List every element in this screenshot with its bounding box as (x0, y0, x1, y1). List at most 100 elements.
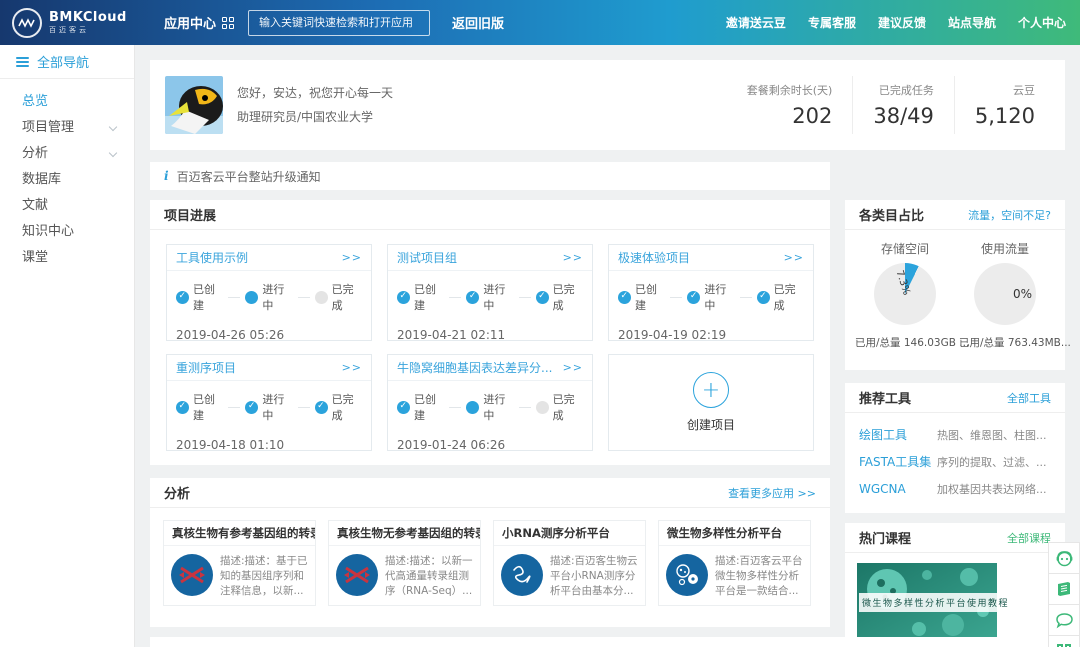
tool-link-wgcna[interactable]: WGCNA (859, 482, 937, 496)
hot-courses-section: 热门课程 全部课程 微生物多样性分析平台使用教程 (845, 523, 1065, 647)
qrcode-icon[interactable] (1048, 635, 1080, 647)
user-stats: 套餐剩余时长(天) 202 已完成任务 38/49 云豆 5,120 (727, 76, 1055, 134)
category-usage-section: 各类目占比 流量，空间不足? 存储空间 7.3% 使用流量 0% 已用/总量 1… (845, 200, 1065, 370)
step-done-icon (536, 291, 549, 304)
notice-bar: i 百迈客云平台整站升级通知 (150, 162, 830, 190)
all-navigation-button[interactable]: 全部导航 (0, 45, 134, 79)
recommended-tools-section: 推荐工具 全部工具 绘图工具 热图、维恩图、柱图... FASTA工具集 序列的… (845, 383, 1065, 513)
stat-completed-tasks: 已完成任务 38/49 (852, 76, 954, 134)
sidebar-item-database[interactable]: 数据库 (0, 167, 134, 193)
chevron-down-icon (109, 149, 117, 157)
project-date: 2019-04-19 02:19 (609, 328, 813, 342)
search-input[interactable] (248, 10, 430, 36)
project-title[interactable]: 测试项目组 (397, 249, 457, 266)
project-card: 重测序项目 >> 已创建 进行中 已完成 2019-04-18 01:10 (166, 354, 372, 451)
step-pending-icon (315, 291, 328, 304)
sidebar-item-literature[interactable]: 文献 (0, 193, 134, 219)
project-more-link[interactable]: >> (563, 251, 583, 264)
user-greeting: 您好，安达，祝您开心每一天 (237, 81, 393, 105)
info-icon: i (164, 169, 169, 183)
step-done-icon (397, 291, 410, 304)
step-done-icon (176, 401, 189, 414)
section-title-courses: 热门课程 (859, 528, 911, 547)
project-more-link[interactable]: >> (784, 251, 804, 264)
traffic-pie-box: 使用流量 0% (955, 236, 1055, 325)
project-steps: 已创建 进行中 已完成 (609, 281, 813, 313)
stat-package-days: 套餐剩余时长(天) 202 (727, 76, 853, 134)
all-courses-link[interactable]: 全部课程 (1007, 530, 1051, 546)
app-card[interactable]: 真核生物无参考基因组的转录... 描述:描述：以新一代高通量转录组测序（RNA-… (328, 520, 481, 606)
sidebar-item-classroom[interactable]: 课堂 (0, 245, 134, 271)
section-title-tools: 推荐工具 (859, 388, 911, 407)
project-progress-section: 项目进展 工具使用示例 >> 已创建 进行中 已完成 2019-04-26 05… (150, 200, 830, 465)
project-card: 牛隐窝细胞基因表达差异分... >> 已创建 进行中 已完成 2019-01-2… (387, 354, 593, 451)
customer-service-icon[interactable] (1048, 542, 1080, 574)
all-tools-link[interactable]: 全部工具 (1007, 390, 1051, 406)
step-done-icon (757, 291, 770, 304)
project-title[interactable]: 极速体验项目 (618, 249, 690, 266)
rna-app-icon (501, 554, 543, 596)
header-link-invite[interactable]: 邀请送云豆 (726, 14, 786, 31)
step-done-icon (315, 401, 328, 414)
storage-pie-box: 存储空间 7.3% (855, 236, 955, 325)
sidebar-item-project-management[interactable]: 项目管理 (0, 115, 134, 141)
project-card: 工具使用示例 >> 已创建 进行中 已完成 2019-04-26 05:26 (166, 244, 372, 341)
project-more-link[interactable]: >> (563, 361, 583, 374)
sidebar-item-knowledge-center[interactable]: 知识中心 (0, 219, 134, 245)
project-title[interactable]: 牛隐窝细胞基因表达差异分... (397, 359, 552, 376)
app-center-button[interactable]: 应用中心 (164, 13, 234, 32)
app-grid-icon (222, 17, 234, 29)
view-more-apps-link[interactable]: 查看更多应用 >> (728, 485, 816, 501)
notice-text[interactable]: 百迈客云平台整站升级通知 (177, 168, 321, 185)
header-link-profile[interactable]: 个人中心 (1018, 14, 1066, 31)
project-more-link[interactable]: >> (342, 361, 362, 374)
project-steps: 已创建 进行中 已完成 (388, 391, 592, 423)
floating-toolbar (1048, 543, 1080, 647)
step-current-icon (245, 291, 258, 304)
project-more-link[interactable]: >> (342, 251, 362, 264)
analysis-section: 分析 查看更多应用 >> 真核生物有参考基因组的转录... 描述:描述：基于已知… (150, 478, 830, 627)
storage-percent-label: 7.3% (894, 269, 912, 297)
project-date: 2019-04-18 01:10 (167, 438, 371, 452)
dna-app-icon (171, 554, 213, 596)
section-title-usage: 各类目占比 (859, 205, 924, 224)
quota-shortage-link[interactable]: 流量，空间不足? (968, 207, 1051, 223)
tool-link-fasta[interactable]: FASTA工具集 (859, 453, 937, 470)
project-title[interactable]: 工具使用示例 (176, 249, 248, 266)
tool-row: WGCNA 加权基因共表达网络... (845, 475, 1065, 502)
chat-icon[interactable] (1048, 604, 1080, 636)
chevron-down-icon (109, 123, 117, 131)
sidebar-item-overview[interactable]: 总览 (0, 89, 134, 115)
project-steps: 已创建 进行中 已完成 (167, 281, 371, 313)
bmkcloud-logo[interactable]: BMKCloud 百迈客云 (12, 8, 142, 38)
next-section-strip (150, 637, 1065, 647)
project-title[interactable]: 重测序项目 (176, 359, 236, 376)
header-link-sitemap[interactable]: 站点导航 (948, 14, 996, 31)
header-link-support[interactable]: 专属客服 (808, 14, 856, 31)
step-current-icon (466, 401, 479, 414)
dashboard-screen: BMKCloud 百迈客云 应用中心 返回旧版 邀请送云豆 专属客服 建议反馈 … (0, 0, 1080, 647)
course-thumbnail[interactable]: 微生物多样性分析平台使用教程 (857, 563, 997, 643)
header-link-feedback[interactable]: 建议反馈 (878, 14, 926, 31)
project-steps: 已创建 进行中 已完成 (167, 391, 371, 423)
step-done-icon (245, 401, 258, 414)
microbe-app-icon (666, 554, 708, 596)
step-done-icon (466, 291, 479, 304)
sidebar-item-analysis[interactable]: 分析 (0, 141, 134, 167)
create-project-button[interactable]: + 创建项目 (608, 354, 814, 451)
step-pending-icon (536, 401, 549, 414)
project-date: 2019-04-26 05:26 (167, 328, 371, 342)
user-role: 助理研究员/中国农业大学 (237, 105, 393, 129)
traffic-percent-label: 0% (1013, 287, 1032, 301)
app-card[interactable]: 真核生物有参考基因组的转录... 描述:描述：基于已知的基因组序列和注释信息，以… (163, 520, 316, 606)
tool-link-drawing[interactable]: 绘图工具 (859, 426, 937, 443)
hamburger-icon (16, 55, 29, 69)
back-to-old-version-button[interactable]: 返回旧版 (452, 13, 504, 32)
app-card[interactable]: 微生物多样性分析平台 描述:百迈客云平台微生物多样性分析平台是一款结合... (658, 520, 811, 606)
step-done-icon (397, 401, 410, 414)
course-caption: 微生物多样性分析平台使用教程 (859, 593, 1012, 612)
book-icon[interactable] (1048, 573, 1080, 605)
app-description: 描述:百迈客云平台微生物多样性分析平台是一款结合... (715, 554, 803, 599)
avatar[interactable] (165, 76, 223, 134)
app-card[interactable]: 小RNA测序分析平台 描述:百迈客生物云平台小RNA测序分析平台由基本分... (493, 520, 646, 606)
